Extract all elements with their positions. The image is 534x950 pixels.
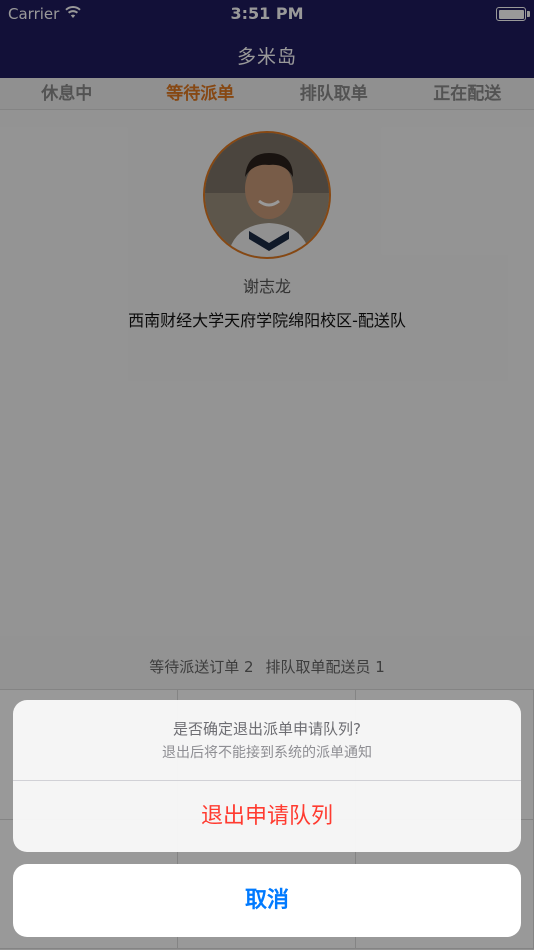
- cancel-button[interactable]: 取消: [13, 864, 521, 937]
- action-sheet: 是否确定退出派单申请队列? 退出后将不能接到系统的派单通知 退出申请队列: [13, 700, 521, 852]
- action-sheet-title: 是否确定退出派单申请队列?: [173, 720, 361, 738]
- exit-queue-button[interactable]: 退出申请队列: [13, 781, 521, 852]
- action-sheet-message: 退出后将不能接到系统的派单通知: [162, 745, 372, 761]
